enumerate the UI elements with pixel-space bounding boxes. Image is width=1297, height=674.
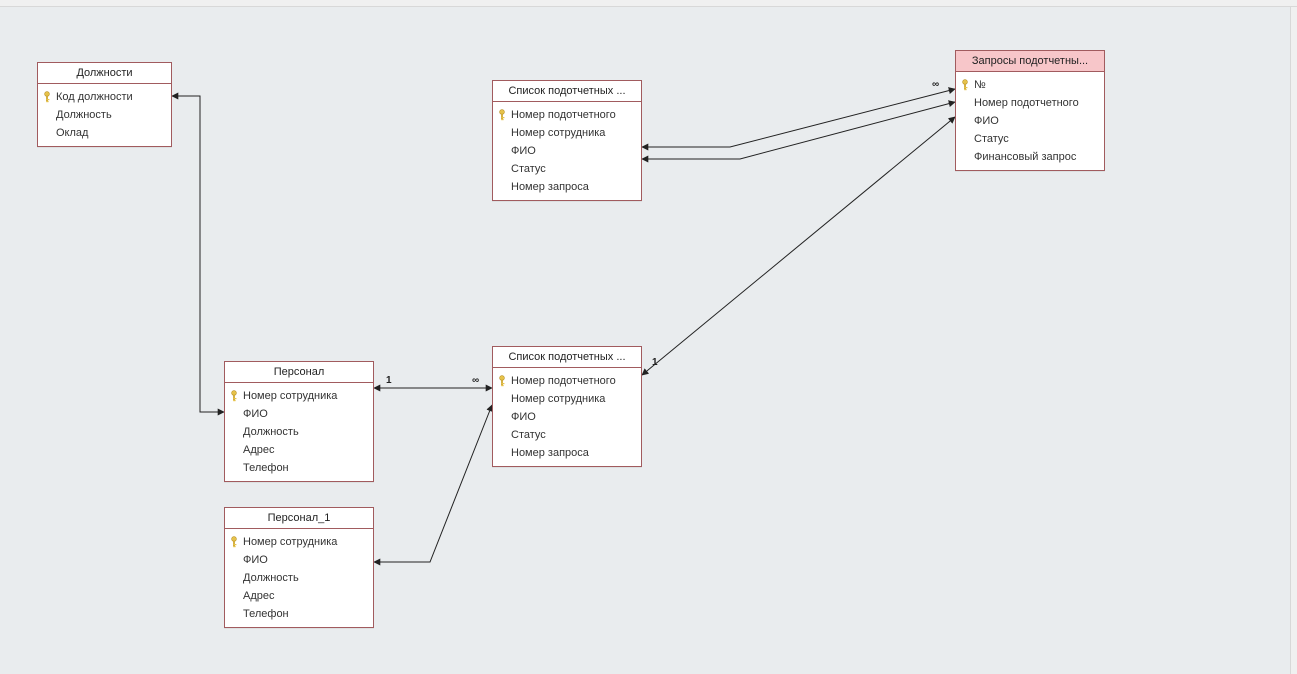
- db-field-row[interactable]: Номер запроса: [493, 178, 641, 196]
- db-field-name: ФИО: [243, 552, 367, 568]
- db-field-row[interactable]: Статус: [493, 426, 641, 444]
- db-field-row[interactable]: Адрес: [225, 587, 373, 605]
- svg-text:1: 1: [386, 375, 392, 386]
- db-table-field-list: Номер сотрудника ФИО Должность Адрес Телефон: [225, 383, 373, 481]
- db-field-row[interactable]: Должность: [38, 106, 171, 124]
- db-field-row[interactable]: Должность: [225, 569, 373, 587]
- db-table-field-list: № Номер подотчетного ФИО Статус Финансовый з…: [956, 72, 1104, 170]
- db-field-name: Номер подотчетного: [511, 373, 635, 389]
- db-table-personal[interactable]: Персонал Номер сотрудника ФИО Должность Адре…: [224, 361, 374, 482]
- primary-key-icon: [229, 536, 243, 548]
- app-top-border: [0, 0, 1297, 7]
- db-field-row[interactable]: ФИО: [225, 405, 373, 423]
- db-table-dolzhnosti[interactable]: Должности Код должности Должность Оклад: [37, 62, 172, 147]
- db-field-name: Номер сотрудника: [511, 391, 635, 407]
- db-table-title[interactable]: Должности: [38, 63, 171, 84]
- svg-text:∞: ∞: [472, 375, 479, 386]
- db-field-name: Номер сотрудника: [243, 534, 367, 550]
- db-table-personal1[interactable]: Персонал_1 Номер сотрудника ФИО Должность Ад…: [224, 507, 374, 628]
- db-field-row[interactable]: Финансовый запрос: [956, 148, 1104, 166]
- db-field-row[interactable]: Номер сотрудника: [493, 390, 641, 408]
- db-field-name: Телефон: [243, 460, 367, 476]
- db-field-name: Должность: [56, 107, 165, 123]
- db-field-name: Адрес: [243, 588, 367, 604]
- db-field-name: ФИО: [974, 113, 1098, 129]
- db-field-name: Статус: [511, 427, 635, 443]
- db-field-row[interactable]: Адрес: [225, 441, 373, 459]
- db-field-row[interactable]: Номер сотрудника: [225, 533, 373, 551]
- db-field-name: Адрес: [243, 442, 367, 458]
- db-field-row[interactable]: ФИО: [956, 112, 1104, 130]
- db-field-name: Телефон: [243, 606, 367, 622]
- db-field-row[interactable]: Номер сотрудника: [225, 387, 373, 405]
- db-field-name: Номер сотрудника: [511, 125, 635, 141]
- db-table-spisok2[interactable]: Список подотчетных ...Номер подотчетного…: [492, 346, 642, 467]
- db-field-row[interactable]: Номер подотчетного: [493, 372, 641, 390]
- db-table-field-list: Код должности Должность Оклад: [38, 84, 171, 146]
- db-field-name: Финансовый запрос: [974, 149, 1098, 165]
- db-table-field-list: Номер подотчетного Номер сотрудника ФИО Ста…: [493, 102, 641, 200]
- db-field-name: Номер запроса: [511, 179, 635, 195]
- db-field-name: Статус: [974, 131, 1098, 147]
- db-field-name: ФИО: [243, 406, 367, 422]
- db-field-name: ФИО: [511, 409, 635, 425]
- db-table-title[interactable]: Список подотчетных ...: [493, 81, 641, 102]
- db-field-row[interactable]: Оклад: [38, 124, 171, 142]
- db-field-row[interactable]: ФИО: [493, 142, 641, 160]
- db-field-name: Номер подотчетного: [974, 95, 1098, 111]
- db-table-field-list: Номер подотчетного Номер сотрудника ФИО Ста…: [493, 368, 641, 466]
- primary-key-icon: [229, 390, 243, 402]
- db-field-row[interactable]: Телефон: [225, 459, 373, 477]
- db-field-name: №: [974, 77, 1098, 93]
- db-table-field-list: Номер сотрудника ФИО Должность Адрес Телефон: [225, 529, 373, 627]
- db-field-row[interactable]: Номер подотчетного: [493, 106, 641, 124]
- db-field-row[interactable]: Номер запроса: [493, 444, 641, 462]
- svg-text:∞: ∞: [932, 79, 939, 90]
- primary-key-icon: [42, 91, 56, 103]
- db-field-name: Статус: [511, 161, 635, 177]
- primary-key-icon: [497, 375, 511, 387]
- db-field-name: ФИО: [511, 143, 635, 159]
- relationships-canvas[interactable]: 1 ∞ 1 ∞ Должности Код должности Должность О…: [0, 7, 1297, 674]
- db-field-name: Номер запроса: [511, 445, 635, 461]
- primary-key-icon: [497, 109, 511, 121]
- db-field-name: Код должности: [56, 89, 165, 105]
- db-table-title[interactable]: Персонал: [225, 362, 373, 383]
- db-table-title[interactable]: Запросы подотчетны...: [956, 51, 1104, 72]
- db-table-title[interactable]: Персонал_1: [225, 508, 373, 529]
- db-field-row[interactable]: ФИО: [493, 408, 641, 426]
- db-field-name: Номер подотчетного: [511, 107, 635, 123]
- db-field-row[interactable]: ФИО: [225, 551, 373, 569]
- db-field-row[interactable]: Номер сотрудника: [493, 124, 641, 142]
- db-field-name: Номер сотрудника: [243, 388, 367, 404]
- db-field-name: Должность: [243, 570, 367, 586]
- db-table-zaprosy[interactable]: Запросы подотчетны... № Номер подотчетного…: [955, 50, 1105, 171]
- db-field-row[interactable]: Код должности: [38, 88, 171, 106]
- db-field-name: Должность: [243, 424, 367, 440]
- svg-text:1: 1: [652, 357, 658, 368]
- db-field-row[interactable]: Статус: [956, 130, 1104, 148]
- primary-key-icon: [960, 79, 974, 91]
- db-table-title[interactable]: Список подотчетных ...: [493, 347, 641, 368]
- db-field-row[interactable]: Должность: [225, 423, 373, 441]
- db-field-row[interactable]: Телефон: [225, 605, 373, 623]
- db-field-row[interactable]: Номер подотчетного: [956, 94, 1104, 112]
- db-field-row[interactable]: Статус: [493, 160, 641, 178]
- db-field-name: Оклад: [56, 125, 165, 141]
- db-table-spisok1[interactable]: Список подотчетных ...Номер подотчетного…: [492, 80, 642, 201]
- db-field-row[interactable]: №: [956, 76, 1104, 94]
